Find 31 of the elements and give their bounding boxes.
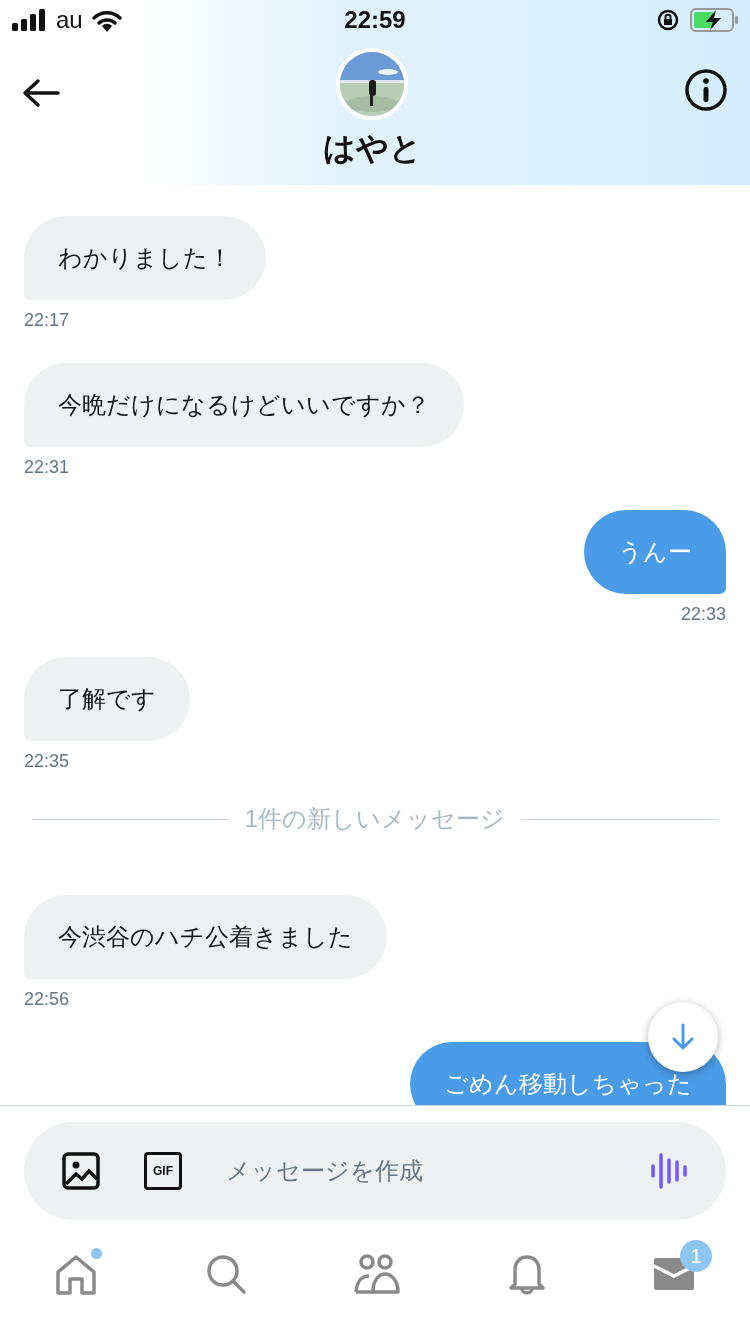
contact-name: はやと (322, 129, 422, 168)
info-icon[interactable] (684, 68, 728, 112)
image-icon[interactable] (62, 1152, 100, 1190)
message-time: 22:31 (24, 456, 70, 479)
message-time: 22:33 (680, 603, 726, 626)
message-bubble: 今晩だけになるけどいいですか？ (24, 363, 464, 447)
scroll-down-button[interactable] (648, 1002, 718, 1072)
gif-button[interactable]: GIF (144, 1152, 182, 1190)
message-time: 22:17 (24, 309, 70, 332)
new-messages-label: 1件の新しいメッセージ (244, 804, 506, 834)
message-input[interactable]: メッセージを作成 (226, 1153, 606, 1189)
bell-icon[interactable] (506, 1252, 547, 1296)
message-bubble: 今渋谷のハチ公着きました (24, 895, 387, 979)
message-bubble: うんー (584, 510, 726, 594)
clock-time: 22:59 (344, 5, 406, 35)
message-bubble: わかりました！ (24, 216, 266, 300)
message-bubble: 了解です (24, 657, 190, 741)
voice-wave-icon[interactable] (650, 1152, 688, 1190)
message-time: 22:35 (24, 750, 70, 773)
rotation-lock-icon (656, 8, 680, 32)
home-icon[interactable] (54, 1252, 98, 1296)
wifi-icon (90, 8, 123, 32)
message-bubble: ごめん移動しちゃった (410, 1042, 726, 1105)
signal-icon (12, 9, 48, 31)
battery-icon (690, 8, 738, 32)
unread-count: 1 (680, 1240, 712, 1272)
people-icon[interactable] (353, 1252, 401, 1296)
down-arrow-icon (671, 1023, 695, 1051)
carrier-name: au (56, 5, 83, 35)
back-arrow-icon[interactable] (22, 78, 60, 108)
message-time: 22:56 (24, 988, 70, 1011)
